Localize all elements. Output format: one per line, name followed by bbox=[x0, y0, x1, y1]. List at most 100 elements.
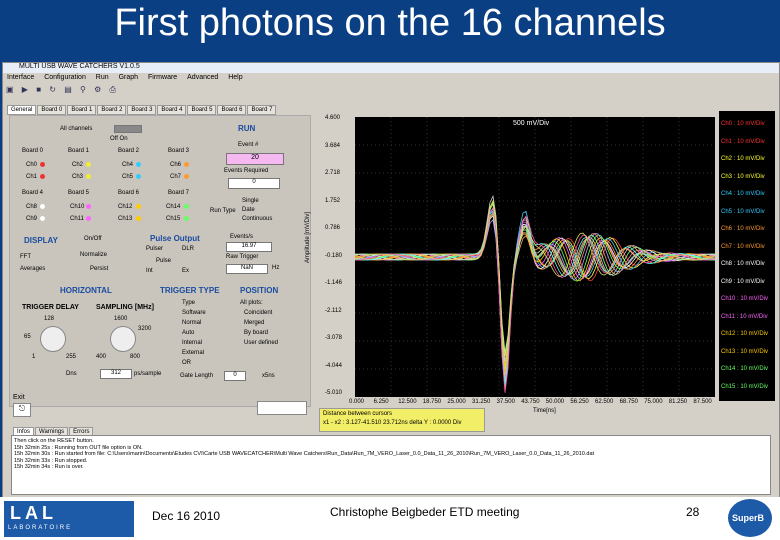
legend-entry[interactable]: Ch1 : 10 mV/Div bbox=[721, 139, 765, 145]
tab-board-6[interactable]: Board 6 bbox=[217, 105, 247, 115]
ch6-label[interactable]: Ch6 bbox=[170, 162, 181, 168]
ch5-label[interactable]: Ch5 bbox=[122, 174, 133, 180]
x-tick-label: 68.750 bbox=[619, 399, 638, 405]
settings-icon[interactable]: ⚙ bbox=[94, 85, 101, 94]
run-option-single[interactable]: Single bbox=[242, 198, 259, 204]
ch1-label[interactable]: Ch1 bbox=[26, 174, 37, 180]
fft-label[interactable]: FFT bbox=[20, 254, 31, 260]
ch2-label[interactable]: Ch2 bbox=[72, 162, 83, 168]
menu-configuration[interactable]: Configuration bbox=[44, 74, 86, 81]
pulser-label[interactable]: Pulser bbox=[146, 246, 163, 252]
legend-entry[interactable]: Ch12 : 10 mV/Div bbox=[721, 331, 768, 337]
sampling-knob[interactable] bbox=[110, 326, 136, 352]
tab-board-0[interactable]: Board 0 bbox=[37, 105, 67, 115]
zoom-icon[interactable]: ⚲ bbox=[80, 85, 86, 94]
ch11-led bbox=[86, 216, 91, 221]
tab-board-5[interactable]: Board 5 bbox=[187, 105, 217, 115]
ch0-label[interactable]: Ch0 bbox=[26, 162, 37, 168]
reset-icon[interactable]: ↻ bbox=[49, 85, 56, 94]
menu-firmware[interactable]: Firmware bbox=[148, 74, 177, 81]
legend-entry[interactable]: Ch3 : 10 mV/Div bbox=[721, 174, 765, 180]
menu-run[interactable]: Run bbox=[96, 74, 109, 81]
legend-entry[interactable]: Ch11 : 10 mV/Div bbox=[721, 314, 768, 320]
ch3-label[interactable]: Ch3 bbox=[72, 174, 83, 180]
plot-coincident[interactable]: Coincident bbox=[244, 310, 272, 316]
legend-entry[interactable]: Ch10 : 10 mV/Div bbox=[721, 296, 768, 302]
run-type-label: Run Type bbox=[210, 208, 236, 214]
display-on-off[interactable]: On/Off bbox=[84, 236, 102, 242]
legend-entry[interactable]: Ch2 : 10 mV/Div bbox=[721, 156, 765, 162]
tab-board-2[interactable]: Board 2 bbox=[97, 105, 127, 115]
legend-entry[interactable]: Ch5 : 10 mV/Div bbox=[721, 209, 765, 215]
trigger-internal[interactable]: Internal bbox=[182, 340, 202, 346]
trigger-delay-knob[interactable] bbox=[40, 326, 66, 352]
cursor-title: Distance between cursors bbox=[323, 411, 393, 417]
ch13-label[interactable]: Ch13 bbox=[118, 216, 132, 222]
exit-icon[interactable]: ⎋ bbox=[13, 403, 31, 417]
chart-icon[interactable]: ▤ bbox=[64, 85, 72, 94]
ch14-label[interactable]: Ch14 bbox=[166, 204, 180, 210]
ch10-label[interactable]: Ch10 bbox=[70, 204, 84, 210]
trigger-software[interactable]: Software bbox=[182, 310, 206, 316]
play-icon[interactable]: ▶ bbox=[22, 85, 28, 94]
ch5-led bbox=[136, 174, 141, 179]
legend-entry[interactable]: Ch13 : 10 mV/Div bbox=[721, 349, 768, 355]
ch11-label[interactable]: Ch11 bbox=[70, 216, 84, 222]
type-label: Type bbox=[182, 300, 196, 306]
events-required-input[interactable]: 0 bbox=[228, 178, 280, 189]
legend-entry[interactable]: Ch0 : 10 mV/Div bbox=[721, 121, 765, 127]
lal-logo: LAL LABORATOIRE bbox=[4, 501, 134, 537]
averages-label[interactable]: Averages bbox=[20, 266, 45, 272]
print-icon[interactable]: ⎙ bbox=[110, 85, 116, 94]
legend-entry[interactable]: Ch6 : 10 mV/Div bbox=[721, 226, 765, 232]
log-area[interactable]: Then click on the RESET button. 15h 32mi… bbox=[11, 435, 771, 495]
save-icon[interactable]: ▣ bbox=[6, 85, 14, 94]
run-option-date[interactable]: Date bbox=[242, 207, 255, 213]
legend-entry[interactable]: Ch15 : 10 mV/Div bbox=[721, 384, 768, 390]
legend-entry[interactable]: Ch14 : 10 mV/Div bbox=[721, 366, 768, 372]
menu-interface[interactable]: Interface bbox=[7, 74, 34, 81]
tab-general[interactable]: General bbox=[7, 105, 37, 115]
run-option-continuous[interactable]: Continuous bbox=[242, 216, 272, 222]
trigger-normal[interactable]: Normal bbox=[182, 320, 201, 326]
plot-by-board[interactable]: By board bbox=[244, 330, 268, 336]
tab-board-3[interactable]: Board 3 bbox=[127, 105, 157, 115]
tab-board-7[interactable]: Board 7 bbox=[247, 105, 277, 115]
ch7-label[interactable]: Ch7 bbox=[170, 174, 181, 180]
ch12-led bbox=[136, 204, 141, 209]
legend-entry[interactable]: Ch8 : 10 mV/Div bbox=[721, 261, 765, 267]
ch4-label[interactable]: Ch4 bbox=[122, 162, 133, 168]
general-panel: All channels Off On RUN Event # 20 Event… bbox=[9, 115, 311, 407]
ch3-led bbox=[86, 174, 91, 179]
ch8-label[interactable]: Ch8 bbox=[26, 204, 37, 210]
int-label[interactable]: Int bbox=[146, 268, 153, 274]
persist-label[interactable]: Persist bbox=[90, 266, 108, 272]
trigger-or[interactable]: OR bbox=[182, 360, 191, 366]
menu-graph[interactable]: Graph bbox=[119, 74, 138, 81]
legend-entry[interactable]: Ch9 : 10 mV/Div bbox=[721, 279, 765, 285]
y-tick-label: 0.786 bbox=[325, 225, 341, 231]
off-on-label: Off On bbox=[110, 136, 128, 142]
ch7-led bbox=[184, 174, 189, 179]
ch0-led bbox=[40, 162, 45, 167]
legend-entry[interactable]: Ch4 : 10 mV/Div bbox=[721, 191, 765, 197]
oscilloscope-plot[interactable] bbox=[355, 117, 715, 397]
menu-advanced[interactable]: Advanced bbox=[187, 74, 218, 81]
ch9-label[interactable]: Ch9 bbox=[26, 216, 37, 222]
tab-board-4[interactable]: Board 4 bbox=[157, 105, 187, 115]
ch12-label[interactable]: Ch12 bbox=[118, 204, 132, 210]
gate-length-input[interactable]: 0 bbox=[224, 371, 246, 381]
menu-help[interactable]: Help bbox=[228, 74, 242, 81]
plot-user-defined[interactable]: User defined bbox=[244, 340, 278, 346]
trigger-auto[interactable]: Auto bbox=[182, 330, 194, 336]
tab-board-1[interactable]: Board 1 bbox=[67, 105, 97, 115]
dlr-label[interactable]: DLR bbox=[182, 246, 194, 252]
legend-entry[interactable]: Ch7 : 10 mV/Div bbox=[721, 244, 765, 250]
normalize-label[interactable]: Normalize bbox=[80, 252, 107, 258]
plot-merged[interactable]: Merged bbox=[244, 320, 264, 326]
stop-icon[interactable]: ■ bbox=[36, 85, 41, 94]
ch15-label[interactable]: Ch15 bbox=[166, 216, 180, 222]
trigger-external[interactable]: External bbox=[182, 350, 204, 356]
ex-label[interactable]: Ex bbox=[182, 268, 189, 274]
all-channels-switch[interactable] bbox=[114, 125, 142, 133]
